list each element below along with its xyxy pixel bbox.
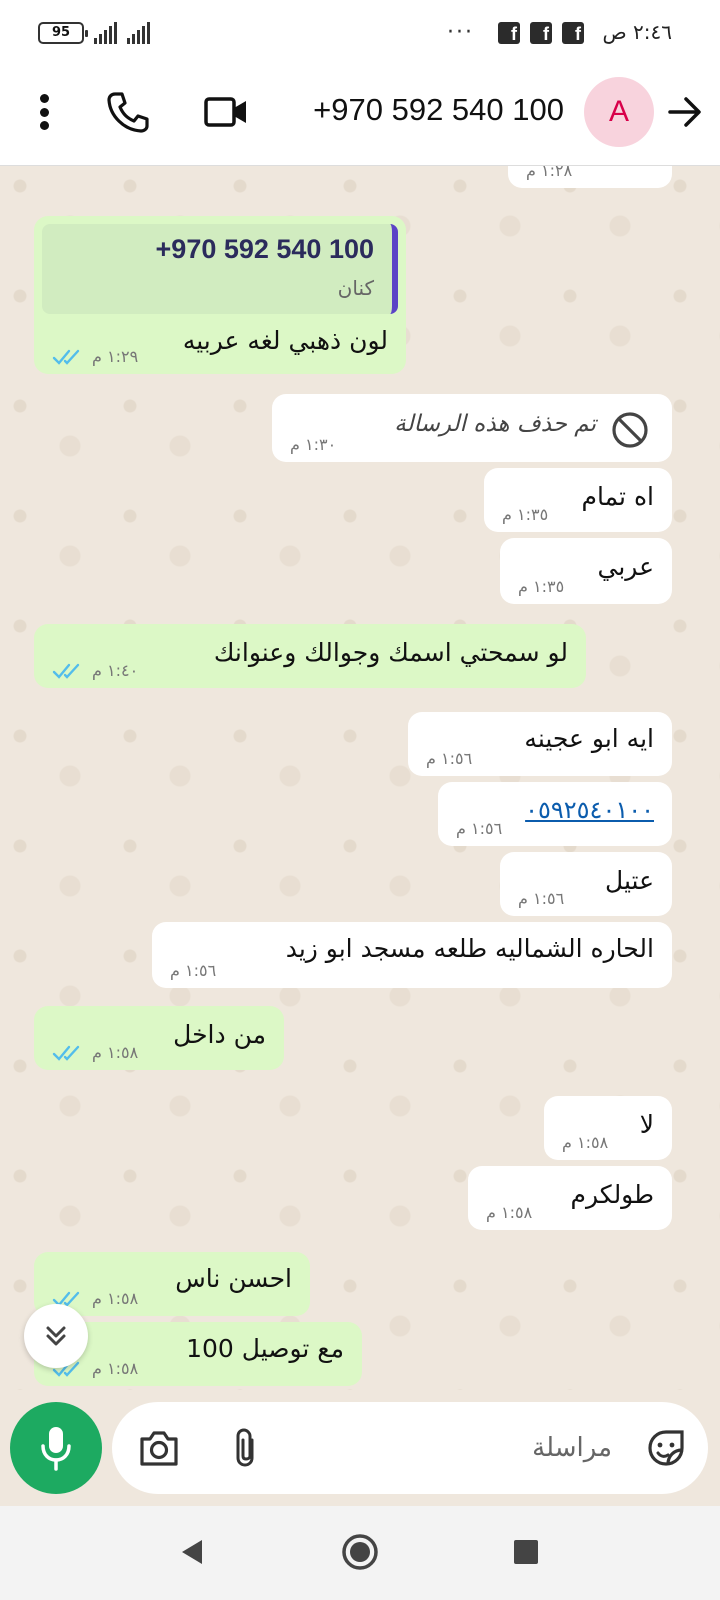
voice-record-button[interactable]: [10, 1402, 102, 1494]
message-time: ١:٤٠ م: [92, 661, 139, 680]
blocked-icon: [612, 412, 648, 448]
nav-home-icon[interactable]: [340, 1532, 380, 1572]
phone-link[interactable]: ٠٥٩٢٥٤٠١٠٠: [525, 796, 654, 825]
status-time: ٢:٤٦ ص: [602, 20, 672, 44]
message-text: لو سمحتي اسمك وجوالك وعنوانك: [213, 638, 568, 667]
message-incoming[interactable]: ايه ابو عجينه ١:٥٦ م: [408, 712, 672, 776]
quoted-contact[interactable]: +970 592 540 100 كنان: [42, 224, 398, 314]
message-time: ١:٥٨ م: [92, 1359, 139, 1378]
facebook-icon: f: [562, 21, 584, 44]
message-outgoing[interactable]: لو سمحتي اسمك وجوالك وعنوانك ١:٤٠ م: [34, 624, 586, 688]
chat-header: A +970 592 540 100: [0, 66, 720, 166]
paperclip-icon[interactable]: [228, 1426, 264, 1470]
contact-name[interactable]: +970 592 540 100: [313, 92, 564, 128]
message-outgoing[interactable]: احسن ناس ١:٥٨ م: [34, 1252, 310, 1316]
message-deleted[interactable]: تم حذف هذه الرسالة ١:٣٠ م: [272, 394, 672, 462]
phone-call-icon[interactable]: [106, 90, 150, 134]
read-ticks-icon: [52, 349, 80, 365]
more-notifications-icon: ···: [447, 20, 474, 45]
read-ticks-icon: [52, 1045, 80, 1061]
message-incoming[interactable]: طولكرم ١:٥٨ م: [468, 1166, 672, 1230]
message-text: لون ذهبي لغه عربيه: [182, 326, 388, 355]
message-time: ١:٥٦ م: [456, 819, 503, 838]
microphone-icon: [41, 1427, 71, 1471]
message-outgoing[interactable]: من داخل ١:٥٨ م: [34, 1006, 284, 1070]
message-box[interactable]: [112, 1402, 708, 1494]
back-arrow-icon[interactable]: [664, 90, 704, 134]
read-ticks-icon: [52, 663, 80, 679]
message-time: ١:٥٦ م: [518, 889, 565, 908]
message-text: احسن ناس: [175, 1264, 292, 1293]
notification-icons: ··· f f f: [447, 20, 584, 45]
battery-icon: 95: [38, 22, 88, 44]
message-time: ١:٣٠ م: [290, 435, 337, 454]
message-incoming[interactable]: عتيل ١:٥٦ م: [500, 852, 672, 916]
message-text: مع توصيل 100: [186, 1334, 344, 1363]
message-text: من داخل: [173, 1020, 266, 1049]
message-incoming[interactable]: عربي ١:٣٥ م: [500, 538, 672, 604]
message-time: ١:٥٨ م: [92, 1043, 139, 1062]
system-navigation-bar: [0, 1506, 720, 1600]
message-incoming[interactable]: ١:٢٨ م: [508, 166, 672, 188]
message-time: ١:٥٦ م: [426, 749, 473, 768]
message-text: لا: [639, 1110, 654, 1139]
sticker-icon[interactable]: [644, 1426, 688, 1470]
message-time: ١:٥٨ م: [562, 1133, 609, 1152]
message-list[interactable]: ١:٢٨ م +970 592 540 100 كنان لون ذهبي لغ…: [0, 166, 720, 1390]
deleted-text: تم حذف هذه الرسالة: [394, 411, 596, 437]
message-incoming-link[interactable]: ٠٥٩٢٥٤٠١٠٠ ١:٥٦ م: [438, 782, 672, 846]
facebook-icon: f: [530, 21, 552, 44]
double-chevron-down-icon: [46, 1326, 66, 1346]
message-time: ١:٢٨ م: [526, 166, 573, 180]
message-time: ١:٣٥ م: [518, 577, 565, 596]
nav-back-icon[interactable]: [178, 1536, 206, 1568]
message-outgoing-quoted[interactable]: +970 592 540 100 كنان لون ذهبي لغه عربيه…: [34, 216, 406, 374]
message-time: ١:٥٦ م: [170, 961, 217, 980]
composer-bar: [0, 1390, 720, 1506]
avatar[interactable]: A: [584, 77, 654, 147]
signal-icon-2: [127, 22, 150, 44]
message-incoming[interactable]: الحاره الشماليه طلعه مسجد ابو زيد ١:٥٦ م: [152, 922, 672, 988]
message-input[interactable]: [312, 1424, 612, 1472]
message-time: ١:٣٥ م: [502, 505, 549, 524]
message-text: اه تمام: [581, 482, 655, 511]
message-time: ١:٥٨ م: [486, 1203, 533, 1222]
facebook-icon: f: [498, 21, 520, 44]
camera-icon[interactable]: [138, 1428, 180, 1468]
message-text: عتيل: [605, 866, 654, 895]
message-text: ايه ابو عجينه: [524, 724, 654, 753]
message-incoming[interactable]: لا ١:٥٨ م: [544, 1096, 672, 1160]
status-bar: 95 ··· f f f ٢:٤٦ ص: [0, 0, 720, 66]
status-left: 95: [38, 22, 150, 44]
scroll-to-bottom-button[interactable]: [24, 1304, 88, 1368]
nav-recents-icon[interactable]: [514, 1540, 538, 1564]
quoted-name: كنان: [337, 276, 374, 300]
signal-icon: [94, 22, 117, 44]
message-time: ١:٥٨ م: [92, 1289, 139, 1308]
message-text: عربي: [597, 552, 654, 581]
message-text: الحاره الشماليه طلعه مسجد ابو زيد: [285, 934, 654, 963]
message-text: طولكرم: [570, 1180, 654, 1209]
video-call-icon[interactable]: [204, 94, 248, 130]
quoted-phone: +970 592 540 100: [155, 234, 374, 264]
more-options-icon[interactable]: [34, 90, 54, 134]
message-time: ١:٢٩ م: [92, 347, 139, 366]
message-incoming[interactable]: اه تمام ١:٣٥ م: [484, 468, 672, 532]
